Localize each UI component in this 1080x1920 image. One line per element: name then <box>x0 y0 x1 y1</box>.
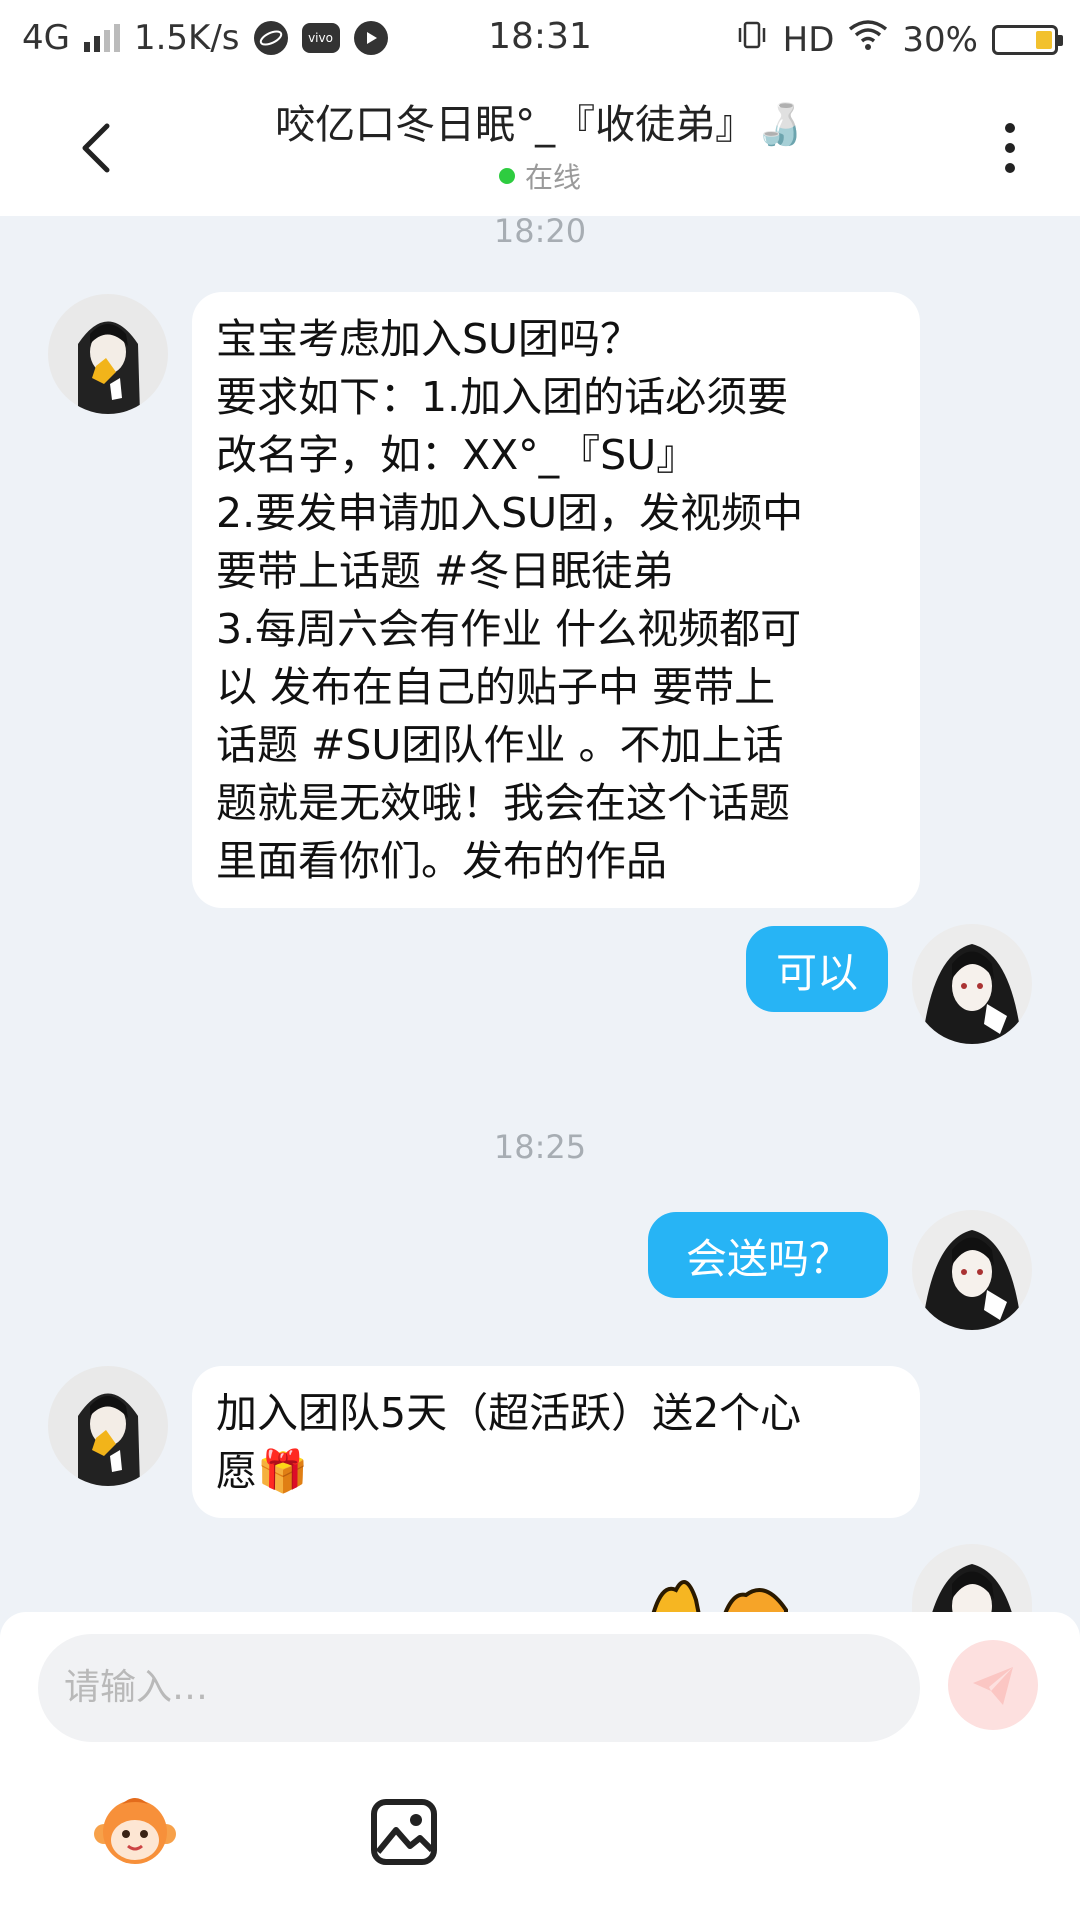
more-options-button[interactable] <box>980 108 1040 188</box>
battery-fill <box>1036 30 1052 49</box>
my-avatar[interactable] <box>912 1210 1032 1330</box>
online-status: 在线 <box>0 156 1080 196</box>
message-line: 题就是无效哦！我会在这个话题 <box>216 779 790 827</box>
contact-avatar[interactable] <box>48 1366 168 1486</box>
message-line: 要求如下：1.加入团的话必须要 <box>216 373 789 421</box>
wifi-icon <box>848 19 888 60</box>
message-line: 里面看你们。发布的作品 <box>216 837 667 885</box>
message-line: 要带上话题 #冬日眠徒弟 <box>216 547 674 595</box>
monkey-face-icon <box>94 1798 176 1864</box>
image-icon <box>371 1799 437 1865</box>
message-line: 宝宝考虑加入SU团吗？ <box>216 315 642 363</box>
message-line: 加入团队5天（超活跃）送2个心 <box>216 1389 802 1437</box>
online-label: 在线 <box>524 161 581 194</box>
incoming-message: 宝宝考虑加入SU团吗？ 要求如下：1.加入团的话必须要 改名字，如：XX°_『S… <box>192 292 920 908</box>
battery-percent: 30% <box>902 19 978 60</box>
status-bar: 4G 1.5K/s vivo 18:31 HD 30% <box>0 0 1080 78</box>
more-vertical-icon <box>1005 123 1015 173</box>
message-line: 3.每周六会有作业 什么视频都可 <box>216 605 802 653</box>
my-avatar[interactable] <box>912 1544 1032 1612</box>
chat-header: 咬亿口冬日眠°_『收徒弟』🍶 在线 <box>0 78 1080 216</box>
battery-icon <box>992 24 1063 55</box>
status-right: HD 30% <box>735 18 1063 61</box>
message-input[interactable]: 请输入… <box>38 1634 920 1742</box>
send-icon <box>973 1667 1013 1705</box>
message-line: 愿🎁 <box>216 1447 309 1495</box>
incoming-message: 加入团队5天（超活跃）送2个心 愿🎁 <box>192 1366 920 1518</box>
timestamp: 18:25 <box>493 1128 587 1166</box>
outgoing-message: 会送吗？ <box>648 1212 888 1298</box>
send-button[interactable] <box>948 1640 1038 1730</box>
message-line: 以 发布在自己的贴子中 要带上 <box>216 663 776 711</box>
outgoing-message: 可以 <box>746 926 888 1012</box>
chat-title: 咬亿口冬日眠°_『收徒弟』🍶 <box>275 102 805 148</box>
message-line: 改名字，如：XX°_『SU』 <box>216 431 698 479</box>
emoji-button[interactable] <box>92 1792 178 1872</box>
vibrate-icon <box>735 18 769 61</box>
sticker-image[interactable] <box>636 1570 796 1612</box>
contact-avatar[interactable] <box>48 294 168 414</box>
hd-label: HD <box>782 19 835 60</box>
image-button[interactable] <box>368 1796 440 1868</box>
my-avatar[interactable] <box>912 924 1032 1044</box>
message-line: 2.要发申请加入SU团，发视频中 <box>216 489 804 537</box>
message-composer: 请输入… <box>0 1612 1080 1920</box>
message-line: 话题 #SU团队作业 。不加上话 <box>216 721 784 769</box>
online-dot <box>498 168 515 184</box>
timestamp: 18:20 <box>493 212 587 250</box>
